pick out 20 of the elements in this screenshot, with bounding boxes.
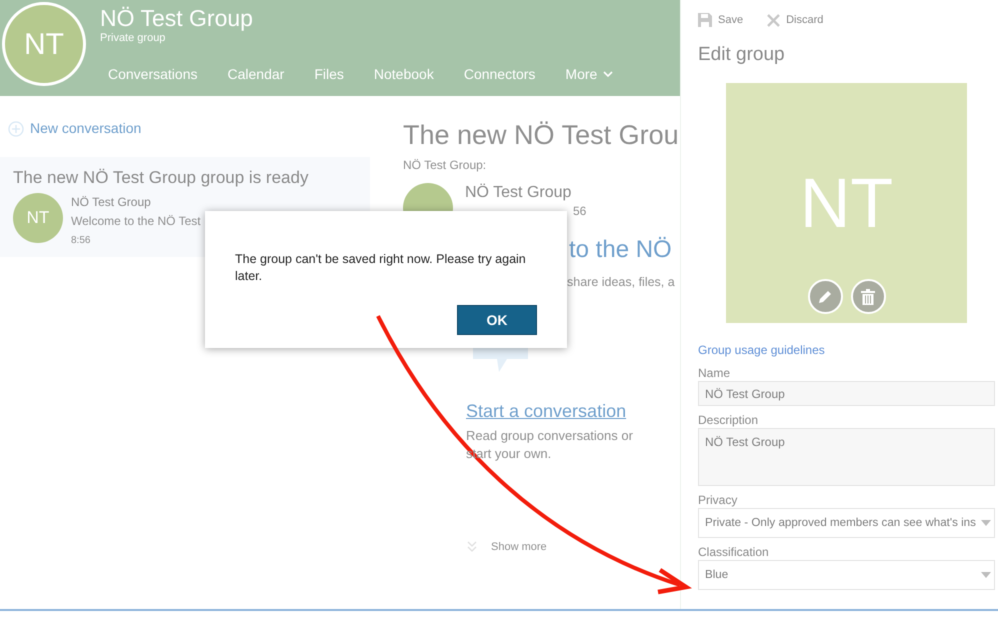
panel-title: Edit group xyxy=(698,42,786,66)
sender-avatar: NT xyxy=(13,193,63,243)
welcome-heading: to the NÖ xyxy=(569,235,673,265)
field-label: Description xyxy=(698,412,760,428)
photo-initials: NT xyxy=(800,163,894,243)
message-preview: Welcome to the NÖ Test xyxy=(71,213,201,230)
message-title: The new NÖ Test Grou xyxy=(403,119,680,152)
sender-name: NÖ Test Group xyxy=(465,182,572,203)
intro-text: share ideas, files, a xyxy=(567,274,676,291)
field-label: Privacy xyxy=(698,492,738,508)
conversation-title: The new NÖ Test Group group is ready xyxy=(13,167,310,189)
group-title: NÖ Test Group xyxy=(100,4,254,32)
message-recipient: NÖ Test Group: xyxy=(403,157,488,174)
field-label: Name xyxy=(698,365,732,381)
field-label: Classification xyxy=(698,544,770,560)
message-time: 8:56 xyxy=(71,234,92,248)
group-avatar: NT xyxy=(2,2,86,86)
message-time: 56 xyxy=(573,203,586,220)
sender-name: NÖ Test Group xyxy=(71,194,152,211)
group-privacy: Private group xyxy=(100,32,166,44)
